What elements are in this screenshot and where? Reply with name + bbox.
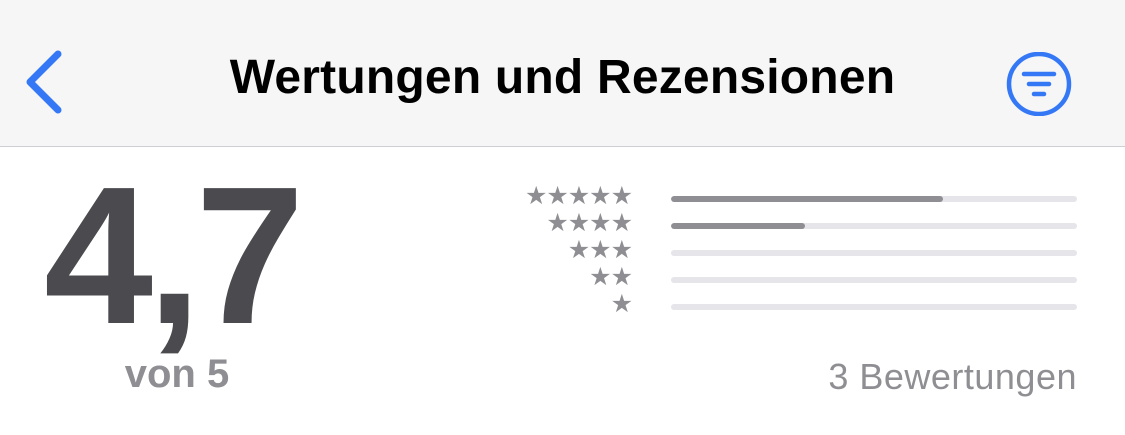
average-rating: 4,7 xyxy=(44,146,304,365)
star-row-1: ★ xyxy=(610,290,633,318)
rating-distribution-bars xyxy=(671,196,1077,331)
bar-track-2 xyxy=(671,277,1077,283)
rating-scale-label: von 5 xyxy=(124,352,230,396)
bar-track-4 xyxy=(671,223,1077,229)
bar-track-1 xyxy=(671,304,1077,310)
star-row-5: ★★★★★ xyxy=(524,182,633,210)
star-row-4: ★★★★ xyxy=(546,209,633,237)
filter-button[interactable] xyxy=(1004,52,1074,116)
star-row-2: ★★ xyxy=(589,263,633,291)
star-row-3: ★★★ xyxy=(567,236,633,264)
navigation-bar: Wertungen und Rezensionen xyxy=(0,0,1125,147)
star-levels: ★★★★★ ★★★★ ★★★ ★★ ★ xyxy=(470,182,633,318)
bar-track-3 xyxy=(671,250,1077,256)
bar-fill-5 xyxy=(671,196,944,202)
rating-count: 3 Bewertungen xyxy=(828,356,1077,397)
bar-fill-4 xyxy=(671,223,805,229)
bar-track-5 xyxy=(671,196,1077,202)
page-title: Wertungen und Rezensionen xyxy=(229,51,896,104)
filter-icon xyxy=(1004,52,1074,116)
